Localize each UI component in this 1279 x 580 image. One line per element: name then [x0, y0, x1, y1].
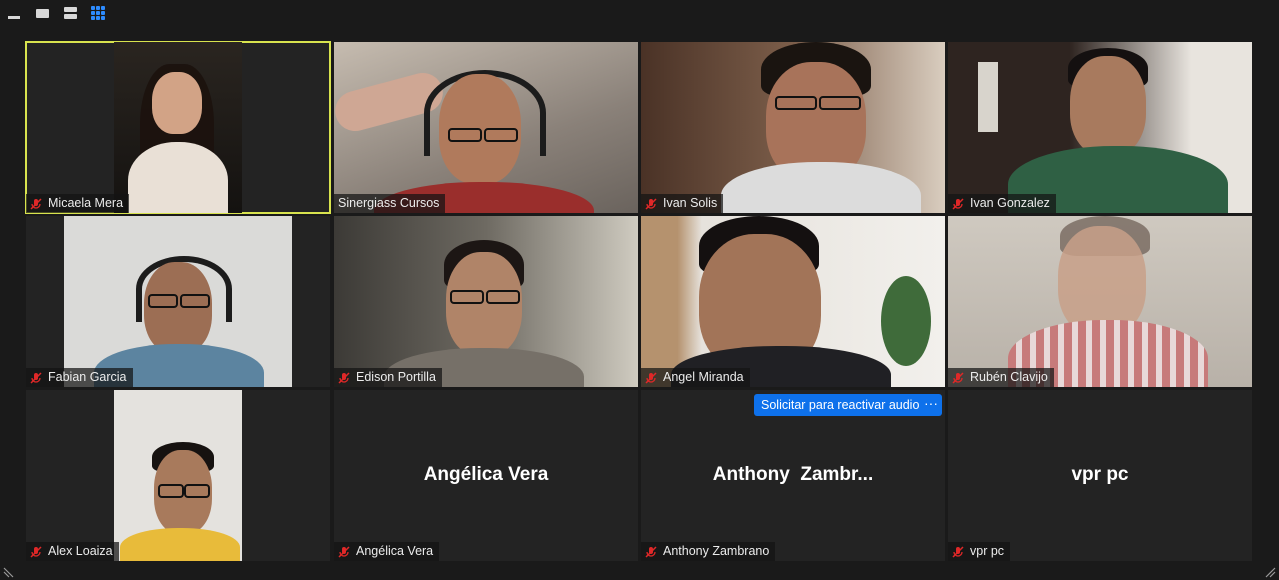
participant-nametag: Rubén Clavijo [948, 368, 1054, 387]
muted-mic-icon [30, 371, 42, 384]
participant-display-name: Angélica Vera [423, 464, 549, 485]
participant-tile[interactable]: Rubén Clavijo [948, 216, 1252, 387]
video-feed [114, 390, 242, 561]
gallery-view-icon[interactable] [89, 5, 107, 21]
muted-mic-icon [338, 545, 350, 558]
participant-nametag: Micaela Mera [26, 194, 130, 213]
participant-nametag: Sinergiass Cursos [334, 194, 446, 213]
resize-handle-icon[interactable] [1264, 566, 1276, 578]
participant-tile[interactable]: Ivan Gonzalez [948, 42, 1252, 213]
minimize-icon[interactable] [5, 5, 23, 21]
muted-mic-icon [30, 545, 42, 558]
participant-nametag: Ivan Gonzalez [948, 194, 1056, 213]
participant-nametag: vpr pc [948, 542, 1011, 561]
participant-tile[interactable]: vpr pc vpr pc [948, 390, 1252, 561]
participant-nametag: Angel Miranda [641, 368, 750, 387]
participant-name: Micaela Mera [48, 196, 124, 210]
participant-name: Fabian Garcia [48, 370, 127, 384]
stacked-view-icon[interactable] [61, 5, 79, 21]
participant-name: Angel Miranda [663, 370, 744, 384]
participant-display-name: vpr pc [1071, 464, 1129, 485]
participant-name: Ivan Solis [663, 196, 718, 210]
participant-tile[interactable]: Edison Portilla [334, 216, 638, 387]
participant-name: Sinergiass Cursos [338, 196, 440, 210]
video-feed [334, 42, 638, 213]
participant-name: Rubén Clavijo [970, 370, 1048, 384]
participant-display-name: Anthony Zambr... [712, 464, 874, 485]
muted-mic-icon [952, 545, 964, 558]
participant-nametag: Anthony Zambrano [641, 542, 776, 561]
participant-nametag: Fabian Garcia [26, 368, 133, 387]
participant-nametag: Ivan Solis [641, 194, 724, 213]
participant-tile[interactable]: Fabian Garcia [26, 216, 330, 387]
video-feed [641, 216, 945, 387]
video-feed [948, 216, 1252, 387]
muted-mic-icon [30, 197, 42, 210]
video-feed [641, 42, 945, 213]
participant-tile[interactable]: Ivan Solis [641, 42, 945, 213]
muted-mic-icon [645, 197, 657, 210]
muted-mic-icon [952, 371, 964, 384]
video-feed [64, 216, 292, 387]
participant-name: Angélica Vera [356, 544, 434, 558]
participant-tile[interactable]: Micaela Mera [25, 41, 331, 214]
request-unmute-button[interactable]: Solicitar para reactivar audio [754, 394, 927, 416]
participant-name: Alex Loaiza [48, 544, 113, 558]
muted-mic-icon [952, 197, 964, 210]
muted-mic-icon [645, 371, 657, 384]
participant-nametag: Alex Loaiza [26, 542, 119, 561]
view-toolbar [0, 0, 1279, 28]
muted-mic-icon [338, 371, 350, 384]
video-feed [334, 216, 638, 387]
participant-name: Edison Portilla [356, 370, 436, 384]
single-view-icon[interactable] [33, 5, 51, 21]
video-feed [114, 42, 242, 213]
participant-name: Anthony Zambrano [663, 544, 770, 558]
participant-nametag: Angélica Vera [334, 542, 440, 561]
participant-tile[interactable]: Sinergiass Cursos [334, 42, 638, 213]
participant-nametag: Edison Portilla [334, 368, 442, 387]
participant-tile[interactable]: Angélica Vera Angélica Vera [334, 390, 638, 561]
participant-tile[interactable]: Angel Miranda [641, 216, 945, 387]
participant-name: vpr pc [970, 544, 1005, 558]
participant-name: Ivan Gonzalez [970, 196, 1050, 210]
more-options-button[interactable]: ··· [920, 394, 942, 416]
resize-handle-icon[interactable] [3, 566, 15, 578]
muted-mic-icon [645, 545, 657, 558]
video-feed [948, 42, 1252, 213]
participant-tile[interactable]: Alex Loaiza [26, 390, 330, 561]
